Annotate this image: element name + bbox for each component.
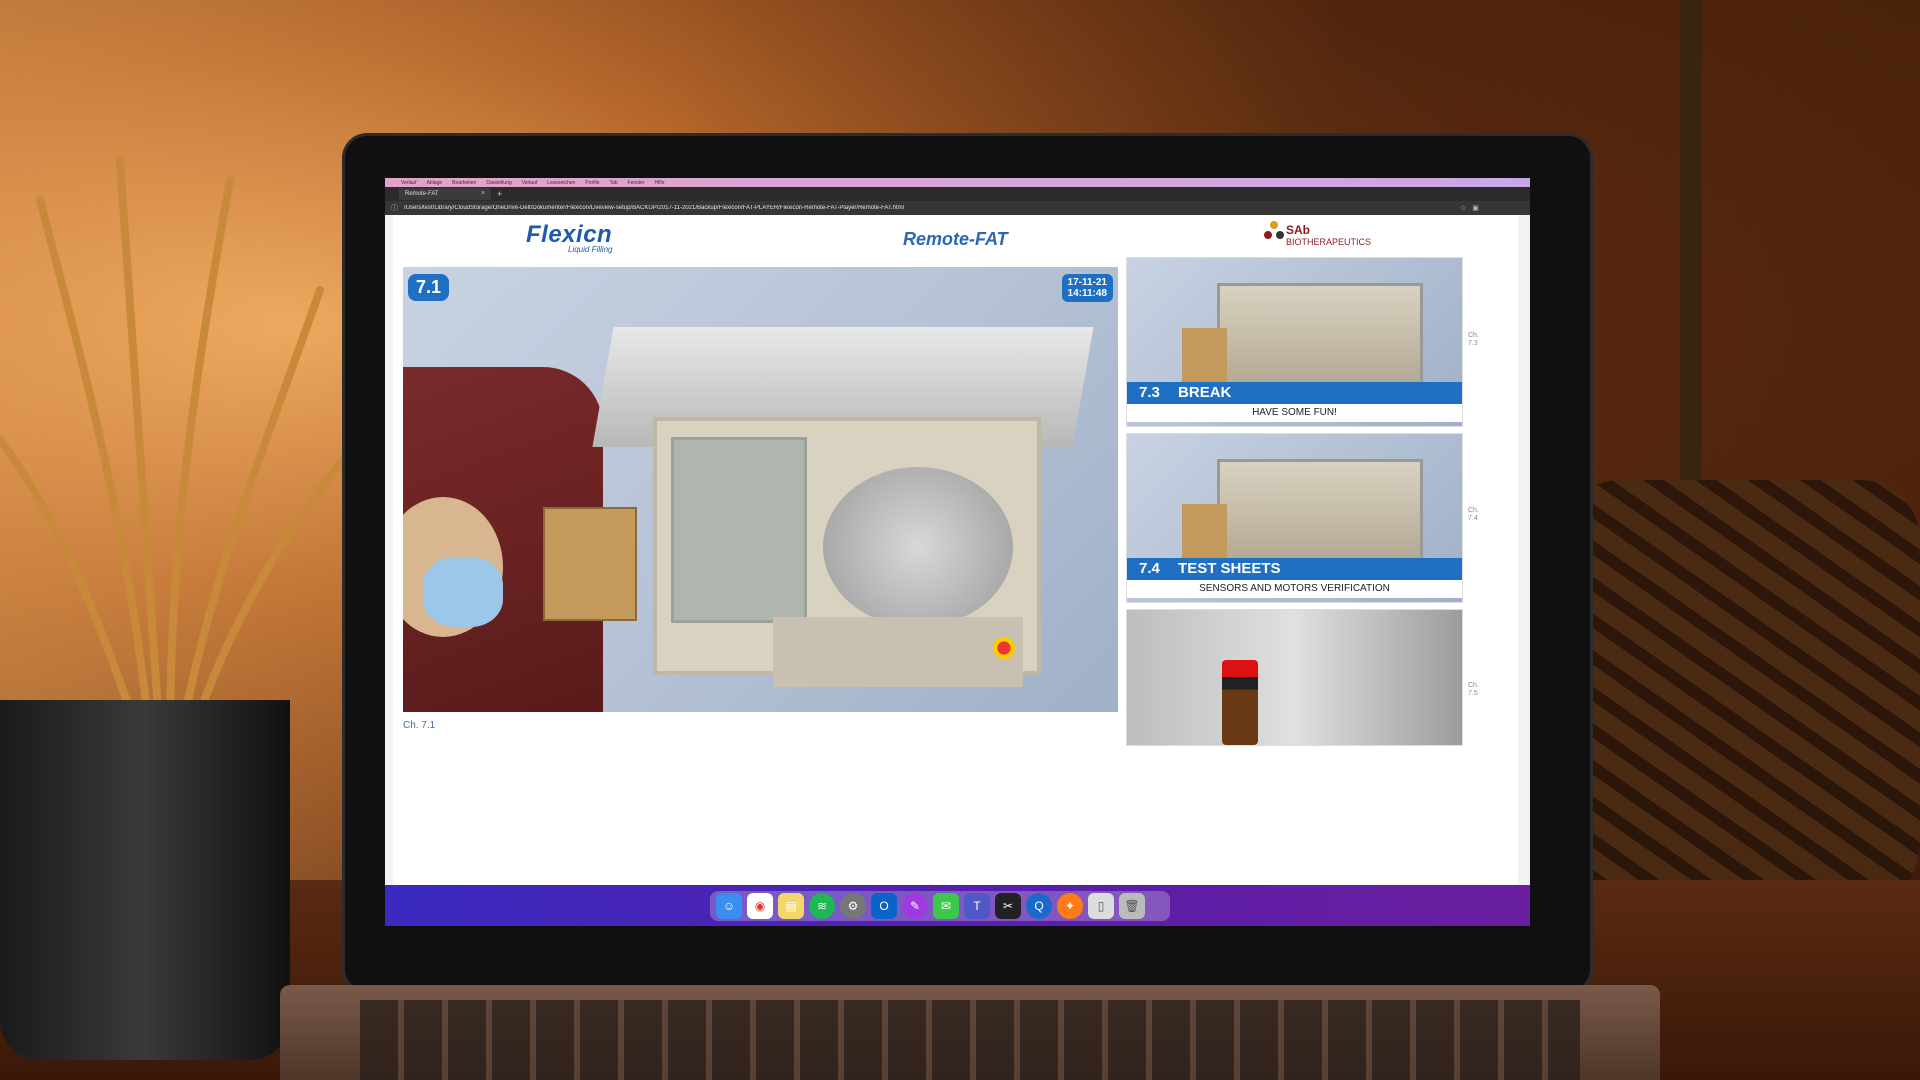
chapter-title: BREAK: [1178, 384, 1232, 401]
timestamp-date: 17-11-21: [1067, 277, 1107, 288]
partner-name: SAb: [1286, 223, 1310, 237]
menu-item[interactable]: Ablage: [427, 180, 443, 186]
messages-icon[interactable]: ✉: [933, 893, 959, 919]
close-icon[interactable]: ×: [481, 188, 485, 200]
menu-item[interactable]: Tab: [609, 180, 617, 186]
face-mask: [423, 557, 503, 627]
macos-menubar: Verlauf Ablage Bearbeiten Darstellung Ve…: [385, 178, 1530, 187]
page-title: Remote-FAT: [903, 229, 1008, 249]
document-icon[interactable]: ▯: [1088, 893, 1114, 919]
turntable: [823, 467, 1013, 627]
settings-icon[interactable]: ⚙: [840, 893, 866, 919]
chapter-subtitle: HAVE SOME FUN!: [1127, 404, 1462, 422]
partner-subtitle: BIOTHERAPEUTICS: [1286, 237, 1372, 247]
timestamp-badge: 17-11-21 14:11:48: [1061, 274, 1113, 302]
menu-item[interactable]: Verlauf: [522, 180, 538, 186]
trash-icon[interactable]: 🗑: [1119, 893, 1145, 919]
plant-pot: [0, 700, 290, 1060]
url-text[interactable]: /Users/test/Library/CloudStorage/OneDriv…: [404, 205, 1454, 211]
browser-tab[interactable]: Remote-FAT ×: [399, 188, 491, 200]
browser-tabbar: Remote-FAT × +: [385, 187, 1530, 201]
tab-title: Remote-FAT: [405, 191, 439, 197]
chrome-icon[interactable]: ◉: [747, 893, 773, 919]
web-page: Flexicn Liquid Filling Remote-FAT SAb BI…: [393, 215, 1518, 885]
quicktime-icon[interactable]: Q: [1026, 893, 1052, 919]
laptop-keys: [360, 1000, 1580, 1080]
page-header: Flexicn Liquid Filling Remote-FAT SAb BI…: [393, 215, 1518, 259]
flexicon-logo-tagline: Liquid Filling: [568, 245, 613, 254]
menu-item[interactable]: Darstellung: [486, 180, 511, 186]
chapter-thumb[interactable]: 7.3 BREAK HAVE SOME FUN!: [1126, 257, 1463, 427]
chapter-title-bar: 7.3 BREAK: [1127, 382, 1462, 404]
sab-logo-icon: [1264, 221, 1284, 239]
menu-item[interactable]: Profile: [585, 180, 599, 186]
chapter-side-label: Ch. 7.4: [1468, 507, 1479, 522]
thumb-box: [1182, 328, 1227, 388]
timestamp-time: 14:11:48: [1067, 288, 1107, 299]
dock: ☺ ◉ ▤ ≋ ⚙ O ✎ ✉ T ✂ Q ✦ ▯ 🗑: [710, 891, 1170, 921]
control-panel: [773, 617, 1023, 687]
dropper-bottle: [1222, 660, 1258, 745]
spotify-icon[interactable]: ≋: [809, 893, 835, 919]
notes-icon[interactable]: ▤: [778, 893, 804, 919]
chapter-subtitle: SENSORS AND MOTORS VERIFICATION: [1127, 580, 1462, 598]
emergency-stop-icon: [993, 637, 1015, 659]
chapter-side-label: Ch. 7.3: [1468, 332, 1479, 347]
chapter-number: 7.3: [1139, 384, 1160, 401]
chapter-badge: 7.1: [408, 274, 450, 301]
info-icon[interactable]: ⓘ: [391, 203, 398, 213]
chapter-list: 7.3 BREAK HAVE SOME FUN! Ch. 7.3 7.4 TES…: [1126, 257, 1511, 817]
outlook-icon[interactable]: O: [871, 893, 897, 919]
laptop-screen: Verlauf Ablage Bearbeiten Darstellung Ve…: [385, 178, 1530, 926]
main-video-caption: Ch. 7.1: [403, 720, 436, 731]
teams-icon[interactable]: T: [964, 893, 990, 919]
plant-leaves: [0, 156, 364, 740]
star-icon[interactable]: ☆: [1460, 204, 1466, 212]
plant-trunk: [1680, 0, 1702, 500]
menu-item[interactable]: Fenster: [628, 180, 645, 186]
chapter-title: TEST SHEETS: [1178, 560, 1281, 577]
address-bar[interactable]: ⓘ /Users/test/Library/CloudStorage/OneDr…: [385, 201, 1530, 215]
chapter-side-label: Ch. 7.5: [1468, 682, 1479, 697]
menu-item[interactable]: Bearbeiten: [452, 180, 476, 186]
menu-item[interactable]: Verlauf: [401, 180, 417, 186]
chapter-thumb[interactable]: [1126, 609, 1463, 746]
menu-item[interactable]: Lesezeichen: [547, 180, 575, 186]
final-cut-icon[interactable]: ✂: [995, 893, 1021, 919]
finder-icon[interactable]: ☺: [716, 893, 742, 919]
firefox-icon[interactable]: ✦: [1057, 893, 1083, 919]
chapter-number: 7.4: [1139, 560, 1160, 577]
woven-basket: [1560, 480, 1920, 920]
plus-icon[interactable]: +: [497, 189, 502, 199]
main-video-player[interactable]: 7.1 17-11-21 14:11:48: [403, 267, 1118, 712]
macos-dock-area: ☺ ◉ ▤ ≋ ⚙ O ✎ ✉ T ✂ Q ✦ ▯ 🗑: [385, 885, 1530, 926]
cardboard-box: [543, 507, 637, 621]
extension-icon[interactable]: ▣: [1472, 204, 1479, 212]
chapter-thumb[interactable]: 7.4 TEST SHEETS SENSORS AND MOTORS VERIF…: [1126, 433, 1463, 603]
electrical-panel: [671, 437, 807, 623]
messenger-icon[interactable]: ✎: [902, 893, 928, 919]
menu-item[interactable]: Hilfe: [655, 180, 665, 186]
thumb-box: [1182, 504, 1227, 564]
thumb-image: [1127, 610, 1462, 745]
chapter-title-bar: 7.4 TEST SHEETS: [1127, 558, 1462, 580]
